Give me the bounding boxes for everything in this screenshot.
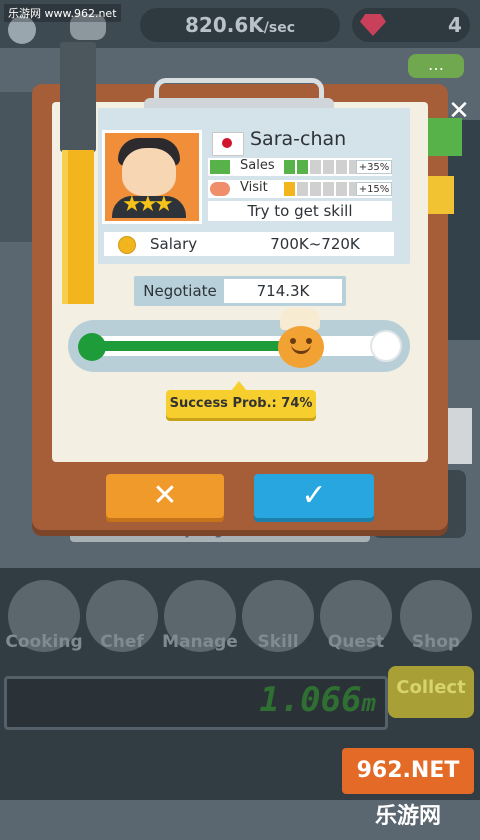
watermark-logo: 962.NET 乐游网 (342, 748, 474, 829)
close-icon[interactable]: ✕ (444, 96, 474, 126)
sales-level-cell (297, 160, 308, 174)
close-icon[interactable]: ✕ (106, 474, 224, 518)
slider-max-knob (370, 330, 402, 362)
nav-label-shop: Shop (411, 632, 461, 652)
sales-label: Sales (240, 158, 275, 173)
sales-level-cell (310, 160, 321, 174)
salary-label: Salary (150, 235, 198, 253)
shelf-left (0, 92, 34, 242)
chef-portrait-face (122, 148, 176, 196)
money-icon (210, 160, 230, 174)
nav-label-skill: Skill (257, 632, 299, 652)
sales-bonus: +35% (356, 160, 392, 174)
chat-icon: … (428, 55, 444, 74)
chat-button[interactable]: … (408, 54, 464, 78)
visit-level-cell (336, 182, 347, 196)
negotiate-value: 714.3K (224, 279, 342, 303)
visit-label: Visit (240, 180, 268, 195)
flag-circle (222, 138, 232, 148)
nav-label-manage: Manage (162, 632, 238, 652)
income-value: 820.6K (184, 13, 264, 37)
right-panel (448, 408, 472, 464)
slider-fill (82, 341, 300, 351)
sales-level-cell (336, 160, 347, 174)
success-prob-text: Success Prob.: 74% (169, 396, 313, 411)
sales-level-cell (323, 160, 334, 174)
sales-level-cell (284, 160, 295, 174)
pencil-body (62, 150, 94, 304)
yellow-tab (428, 176, 454, 214)
slider-min-knob (78, 333, 106, 361)
nav-label-cooking: Cooking (5, 632, 83, 652)
pencil-cap (60, 42, 96, 152)
nav-label-quest: Quest (327, 632, 385, 652)
distance-value: 1.066 (259, 680, 362, 720)
visit-level-cell (323, 182, 334, 196)
income-rate: 820.6K/sec (140, 8, 340, 42)
coin-icon (118, 236, 136, 254)
visit-bonus: +15% (356, 182, 392, 196)
nav-label-chef: Chef (100, 632, 144, 652)
watermark-top: 乐游网 www.962.net (4, 4, 121, 22)
visit-level-cell (284, 182, 295, 196)
distance-readout: 1.066m (200, 676, 376, 724)
salary-range: 700K~720K (270, 235, 360, 253)
visit-level-cell (310, 182, 321, 196)
chef-name: Sara-chan (250, 128, 347, 150)
distance-unit: m (361, 689, 376, 717)
people-icon (210, 182, 230, 196)
income-unit: /sec (263, 20, 295, 36)
visit-level-cell (297, 182, 308, 196)
checkmark-icon[interactable]: ✓ (254, 474, 374, 518)
gem-count: 4 (448, 13, 462, 37)
collect-button[interactable]: Collect (388, 666, 474, 718)
negotiate-label: Negotiate (143, 282, 217, 300)
star-icon: ★ (154, 192, 174, 217)
try-skill-button[interactable]: Try to get skill (208, 201, 392, 221)
